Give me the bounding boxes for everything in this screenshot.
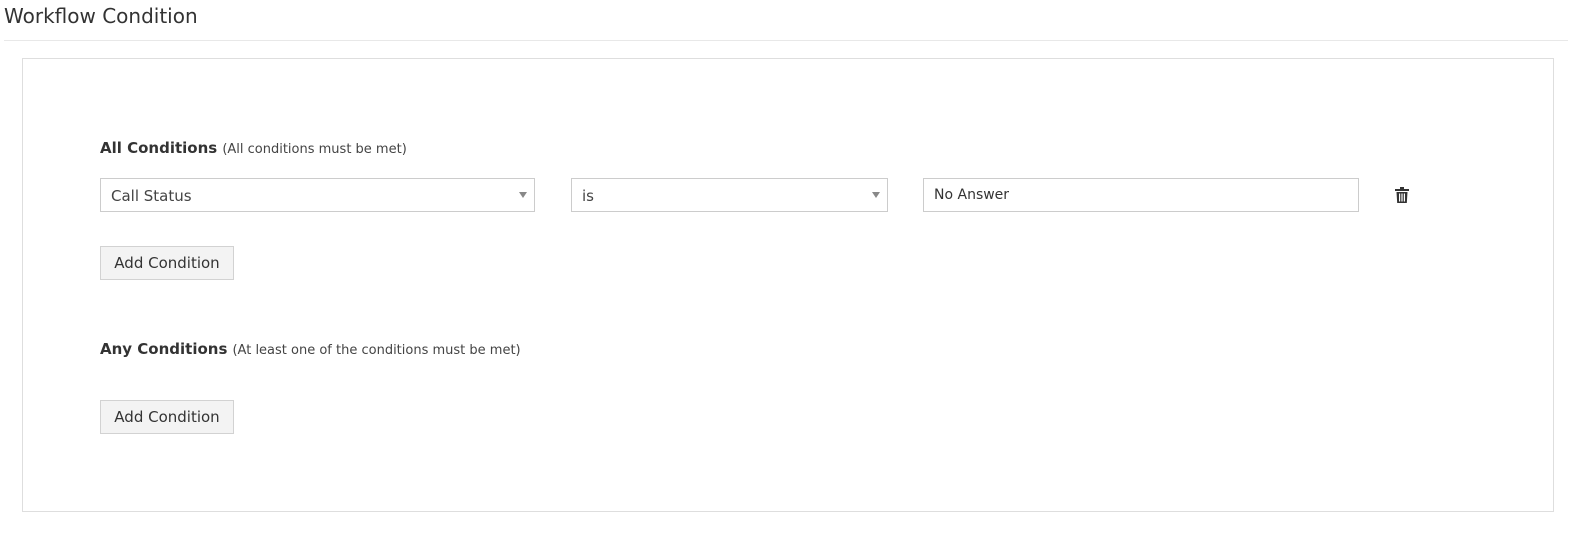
condition-field-value: Call Status xyxy=(111,187,192,205)
all-conditions-heading: All Conditions (All conditions must be m… xyxy=(100,138,407,157)
add-all-condition-button[interactable]: Add Condition xyxy=(100,246,234,280)
conditions-panel: All Conditions (All conditions must be m… xyxy=(22,58,1554,512)
chevron-down-icon xyxy=(519,192,527,198)
any-conditions-hint: (At least one of the conditions must be … xyxy=(232,343,521,358)
delete-condition-button[interactable] xyxy=(1393,185,1411,205)
add-any-condition-button[interactable]: Add Condition xyxy=(100,400,234,434)
page-title: Workflow Condition xyxy=(4,4,198,28)
condition-operator-select[interactable]: is xyxy=(571,178,888,212)
any-conditions-label: Any Conditions xyxy=(100,340,228,358)
trash-icon xyxy=(1395,187,1409,203)
all-conditions-hint: (All conditions must be met) xyxy=(222,142,407,157)
condition-field-select[interactable]: Call Status xyxy=(100,178,535,212)
page-header: Workflow Condition xyxy=(4,0,1568,41)
any-conditions-heading: Any Conditions (At least one of the cond… xyxy=(100,339,521,358)
chevron-down-icon xyxy=(872,192,880,198)
all-conditions-label: All Conditions xyxy=(100,139,218,157)
condition-value-input[interactable] xyxy=(923,178,1359,212)
condition-operator-value: is xyxy=(582,187,594,205)
